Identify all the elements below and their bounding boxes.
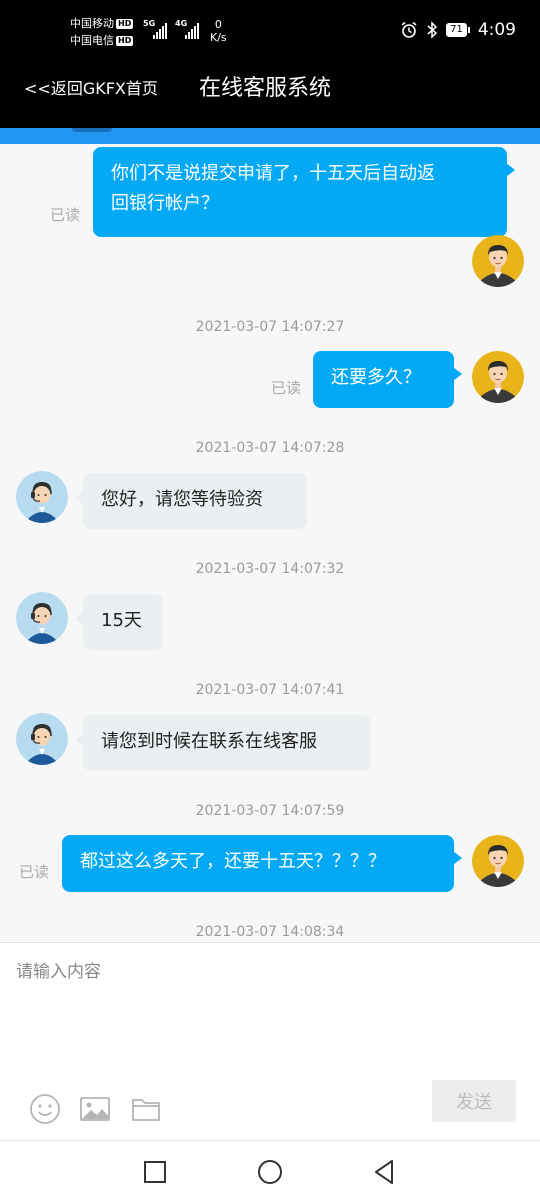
user-avatar[interactable]	[472, 835, 524, 887]
incoming-message-bubble[interactable]: 15天	[75, 594, 163, 650]
message-timestamp: 2021-03-07 14:07:28	[195, 440, 345, 456]
header-accent-strip	[0, 128, 540, 144]
user-avatar-icon	[472, 835, 524, 887]
app-header: <<返回GKFX首页 在线客服系统	[0, 64, 540, 128]
message-timestamp: 2021-03-07 14:08:34	[195, 924, 345, 940]
network-speed-unit: K/s	[210, 31, 227, 44]
hd-badge: HD	[116, 19, 134, 29]
back-icon[interactable]	[371, 1158, 399, 1186]
message-timestamp: 2021-03-07 14:07:59	[195, 803, 345, 819]
message-input[interactable]	[0, 943, 540, 1063]
status-time: 4:09	[477, 20, 516, 40]
outgoing-message-bubble[interactable]: 还要多久？	[313, 351, 462, 408]
read-status: 已读	[50, 206, 81, 224]
incoming-message-bubble[interactable]: 您好，请您等待验资	[75, 473, 307, 529]
network-speed-value: 0	[214, 18, 222, 31]
image-icon[interactable]	[79, 1093, 111, 1125]
user-avatar[interactable]	[472, 351, 524, 403]
recent-apps-icon[interactable]	[141, 1158, 169, 1186]
message-composer: 发送	[0, 942, 540, 1140]
outgoing-message-bubble[interactable]: 都过这么多天了，还要十五天？？？？	[62, 835, 462, 892]
back-to-home-link[interactable]: <<返回GKFX首页	[24, 78, 158, 100]
chat-message-list[interactable]: 你们不是说提交申请了，十五天后自动返 回银行帐户？ 已读 2021-03-07 …	[0, 144, 540, 942]
emoji-icon[interactable]	[29, 1093, 61, 1125]
user-avatar-icon	[472, 235, 524, 287]
agent-avatar-icon	[16, 592, 68, 644]
battery-level: 71	[446, 23, 467, 37]
user-avatar[interactable]	[472, 235, 524, 287]
agent-avatar[interactable]	[16, 592, 68, 644]
read-status: 已读	[19, 863, 50, 881]
message-timestamp: 2021-03-07 14:07:32	[195, 561, 345, 577]
folder-icon[interactable]	[130, 1093, 162, 1125]
read-status: 已读	[271, 379, 302, 397]
agent-avatar-icon	[16, 471, 68, 523]
agent-avatar[interactable]	[16, 471, 68, 523]
message-timestamp: 2021-03-07 14:07:27	[195, 319, 345, 335]
message-timestamp: 2021-03-07 14:07:41	[195, 682, 345, 698]
carrier-1-label: 中国移动	[70, 17, 114, 30]
carrier-2-label: 中国电信	[70, 34, 114, 47]
page-title: 在线客服系统	[199, 76, 332, 101]
send-button[interactable]: 发送	[432, 1080, 516, 1122]
agent-avatar[interactable]	[16, 713, 68, 765]
user-avatar-icon	[472, 351, 524, 403]
hd-badge: HD	[116, 36, 134, 46]
incoming-message-bubble[interactable]: 请您到时候在联系在线客服	[75, 715, 371, 771]
battery-icon: 71	[446, 23, 470, 37]
alarm-icon	[401, 21, 417, 38]
system-nav-bar	[0, 1140, 540, 1200]
home-icon[interactable]	[256, 1158, 284, 1186]
carrier-info: 中国移动 HD 中国电信 HD	[70, 15, 134, 49]
agent-avatar-icon	[16, 713, 68, 765]
outgoing-message-bubble[interactable]: 你们不是说提交申请了，十五天后自动返 回银行帐户？	[93, 147, 515, 237]
bluetooth-icon	[427, 21, 438, 39]
network-speed: 0 K/s	[210, 18, 227, 44]
status-bar: 中国移动 HD 中国电信 HD 5G 4G 0 K/s 71 4:09	[0, 0, 540, 64]
